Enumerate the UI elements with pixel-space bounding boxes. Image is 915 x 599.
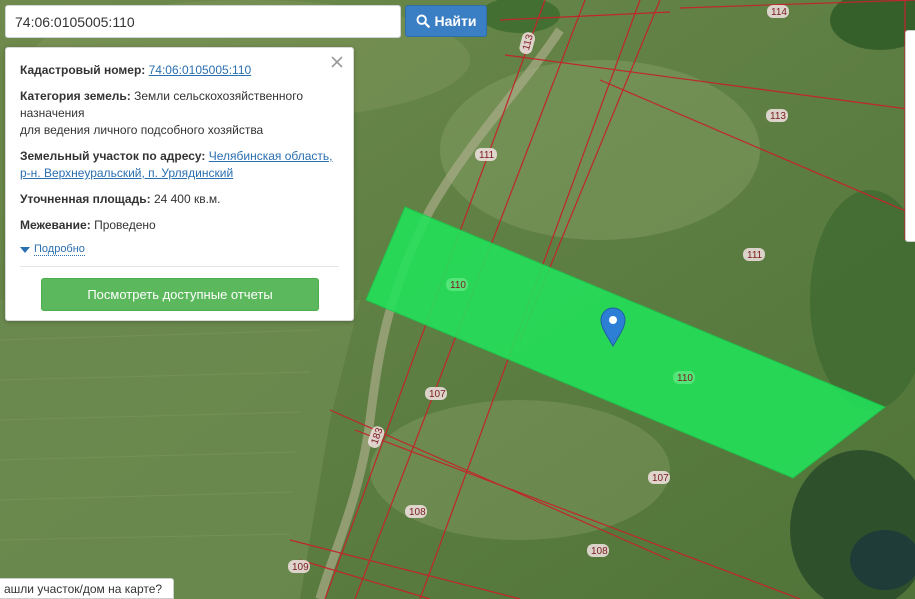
parcel-label-111-left: 111 xyxy=(475,148,497,161)
details-toggle[interactable]: Подробно xyxy=(20,243,339,256)
parcel-info-panel: Кадастровый номер: 74:06:0105005:110 Кат… xyxy=(5,47,354,321)
parcel-label-114: 114 xyxy=(767,5,789,18)
cadastral-number-row: Кадастровый номер: 74:06:0105005:110 xyxy=(20,62,339,79)
land-category-row: Категория земель: Земли сельскохозяйстве… xyxy=(20,88,339,139)
divider xyxy=(20,266,339,267)
cadastral-number-link[interactable]: 74:06:0105005:110 xyxy=(149,63,252,77)
side-panel-edge[interactable] xyxy=(905,30,915,242)
svg-text:108: 108 xyxy=(591,546,608,557)
svg-text:114: 114 xyxy=(771,7,787,18)
parcel-label-108-left: 108 xyxy=(405,505,427,518)
details-link[interactable]: Подробно xyxy=(34,243,85,256)
parcel-label-107-left: 107 xyxy=(425,387,447,400)
svg-text:113: 113 xyxy=(770,111,786,122)
found-parcel-hint[interactable]: ашли участок/дом на карте? xyxy=(0,578,174,599)
search-button-label: Найти xyxy=(434,13,477,29)
parcel-label-111-right: 111 xyxy=(743,248,765,261)
area-row: Уточненная площадь: 24 400 кв.м. xyxy=(20,191,339,208)
svg-text:107: 107 xyxy=(429,389,446,400)
cadastral-number-label: Кадастровый номер: xyxy=(20,63,146,77)
survey-label: Межевание: xyxy=(20,218,91,232)
land-use-value: для ведения личного подсобного хозяйства xyxy=(20,123,264,137)
svg-text:107: 107 xyxy=(652,473,669,484)
land-category-label: Категория земель: xyxy=(20,89,131,103)
area-value: 24 400 кв.м. xyxy=(153,192,221,206)
parcel-label-110-left: 110 xyxy=(446,278,468,291)
area-label: Уточненная площадь: xyxy=(20,192,151,206)
svg-text:109: 109 xyxy=(292,562,309,573)
parcel-label-109: 109 xyxy=(288,560,310,573)
svg-text:108: 108 xyxy=(409,507,426,518)
parcel-label-110-right: 110 xyxy=(673,371,695,384)
parcel-label-113: 113 xyxy=(766,109,788,122)
survey-row: Межевание: Проведено xyxy=(20,217,339,234)
search-icon xyxy=(416,14,430,28)
search-button[interactable]: Найти xyxy=(405,5,487,37)
search-input[interactable] xyxy=(5,5,401,38)
address-row: Земельный участок по адресу: Челябинская… xyxy=(20,148,339,182)
close-icon[interactable] xyxy=(329,54,345,70)
address-label: Земельный участок по адресу: xyxy=(20,149,206,163)
svg-text:110: 110 xyxy=(450,280,466,291)
parcel-label-108-right: 108 xyxy=(587,544,609,557)
view-reports-button[interactable]: Посмотреть доступные отчеты xyxy=(41,278,319,311)
svg-text:111: 111 xyxy=(479,150,495,161)
triangle-down-icon xyxy=(20,246,30,253)
svg-text:110: 110 xyxy=(677,373,693,384)
survey-value: Проведено xyxy=(94,218,156,232)
svg-text:111: 111 xyxy=(747,250,763,261)
parcel-label-107-right: 107 xyxy=(648,471,670,484)
